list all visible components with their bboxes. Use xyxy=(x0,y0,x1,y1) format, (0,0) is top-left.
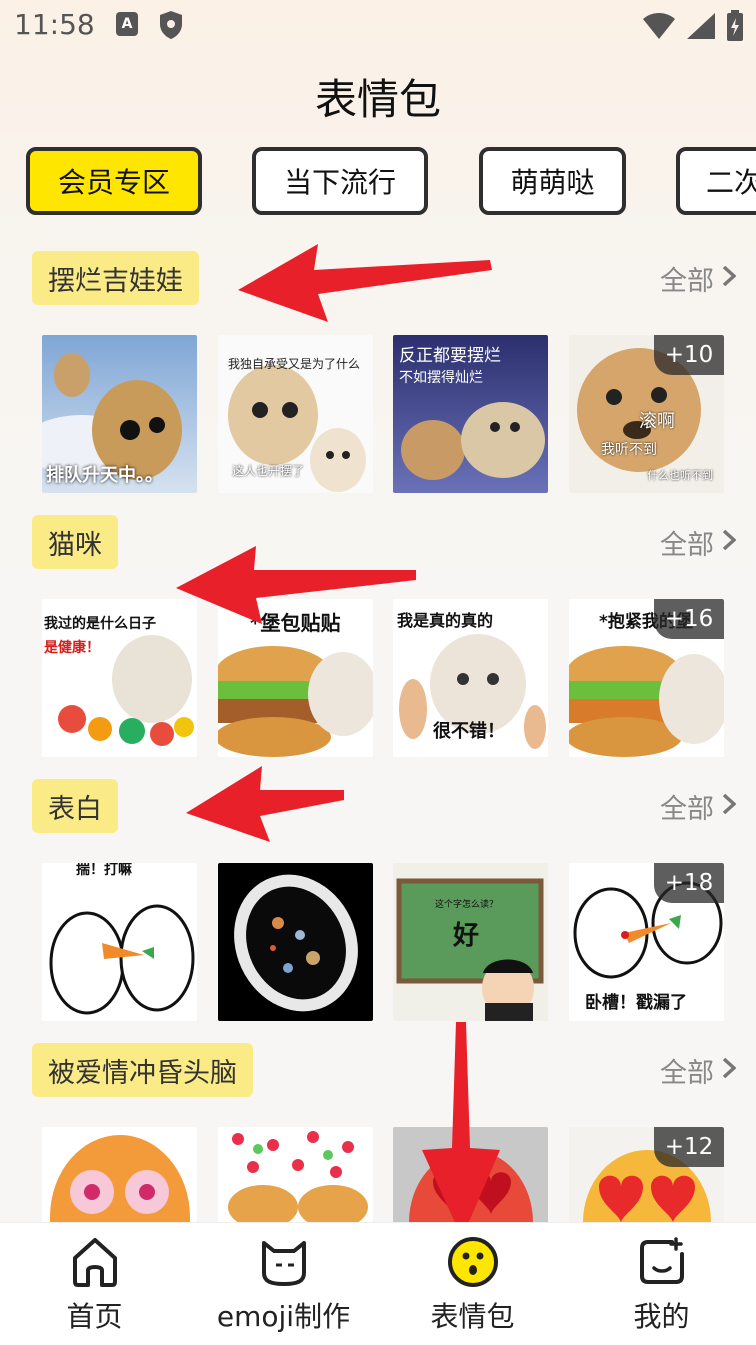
page-title: 表情包 xyxy=(314,75,441,124)
section-chihuahua: 摆烂吉娃娃 全部 排队升天中。。 我独自承受又是为了什么 这人也开摆了 反正都要… xyxy=(0,251,756,496)
section-title: 被爱情冲昏头脑 xyxy=(32,1043,253,1097)
view-all-button[interactable]: 全部 xyxy=(660,779,737,833)
sticker-caption: 滚啊 xyxy=(639,411,675,432)
sticker-caption-2: 好 xyxy=(453,921,480,951)
sticker-caption: *堡包贴贴 xyxy=(250,611,341,635)
chevron-right-icon xyxy=(722,791,737,822)
section-title: 猫咪 xyxy=(32,515,118,569)
view-all-label: 全部 xyxy=(660,793,714,825)
wifi-icon xyxy=(642,12,676,44)
nav-profile[interactable]: 我的 xyxy=(567,1223,756,1345)
nav-stickers[interactable]: 表情包 xyxy=(378,1223,567,1345)
tab-trending[interactable]: 当下流行 xyxy=(252,147,428,215)
status-time: 11:58 xyxy=(14,8,95,41)
sticker-tile[interactable] xyxy=(42,1127,197,1223)
sticker-caption-2: 是健康！ xyxy=(44,640,100,656)
view-all-label: 全部 xyxy=(660,529,714,561)
view-all-label: 全部 xyxy=(660,265,714,297)
bottom-nav: 首页 emoji制作 表情包 我的 xyxy=(0,1222,756,1345)
sticker-tile[interactable]: 我独自承受又是为了什么 这人也开摆了 xyxy=(218,335,373,493)
section-love: 被爱情冲昏头脑 全部 +12 xyxy=(0,1043,756,1223)
nav-label: 我的 xyxy=(633,1300,690,1333)
sticker-caption: 卧槽！戳漏了 xyxy=(585,993,687,1013)
chevron-right-icon xyxy=(722,263,737,294)
sticker-caption: 我过的是什么日子 xyxy=(44,616,156,632)
nav-label: 表情包 xyxy=(430,1300,515,1333)
status-bar: 11:58 A xyxy=(0,0,756,52)
tab-member-zone[interactable]: 会员专区 xyxy=(26,147,202,215)
sticker-tile[interactable]: *抱紧我的堡 +16 xyxy=(569,599,724,757)
sticker-caption-2: 很不错！ xyxy=(433,721,505,742)
nav-home[interactable]: 首页 xyxy=(0,1223,189,1345)
sticker-tile[interactable]: +12 xyxy=(569,1127,724,1223)
section-title: 摆烂吉娃娃 xyxy=(32,251,199,305)
section-title: 表白 xyxy=(32,779,118,833)
more-count-badge: +10 xyxy=(654,335,724,375)
sticker-caption: 排队升天中。。 xyxy=(46,465,163,486)
view-all-button[interactable]: 全部 xyxy=(660,251,737,305)
sticker-caption: 我独自承受又是为了什么 xyxy=(228,357,361,371)
more-count-badge: +12 xyxy=(654,1127,724,1167)
view-all-label: 全部 xyxy=(660,1057,714,1089)
surprised-emoji-icon xyxy=(447,1235,499,1289)
sticker-tile[interactable]: 反正都要摆烂 不如摆得灿烂 xyxy=(393,335,548,493)
sticker-tile[interactable]: 我过的是什么日子 是健康！ xyxy=(42,599,197,757)
more-count-badge: +18 xyxy=(654,863,724,903)
profile-face-icon xyxy=(636,1235,688,1289)
sticker-tile[interactable]: *堡包贴贴 xyxy=(218,599,373,757)
sticker-tile[interactable]: +18 卧槽！戳漏了 xyxy=(569,863,724,1021)
category-tabs: 会员专区 当下流行 萌萌哒 二次 xyxy=(26,147,756,215)
sticker-caption: 反正都要摆烂 xyxy=(399,346,501,366)
sticker-caption: 揣！打嘛 xyxy=(76,863,132,878)
sticker-caption-3: 什么也听不到 xyxy=(647,469,713,482)
signal-icon xyxy=(686,12,716,44)
sticker-caption-2: 我听不到 xyxy=(601,442,657,458)
sticker-tile[interactable]: 排队升天中。。 xyxy=(42,335,197,493)
section-confession: 表白 全部 揣！打嘛 这个字怎么读？ 好 +18 卧槽！戳漏了 xyxy=(0,779,756,1024)
sticker-tile[interactable] xyxy=(218,863,373,1021)
nav-label: 首页 xyxy=(66,1300,123,1333)
view-all-button[interactable]: 全部 xyxy=(660,1043,737,1097)
home-icon xyxy=(70,1235,120,1289)
sticker-tile[interactable]: 我是真的真的 很不错！ xyxy=(393,599,548,757)
view-all-button[interactable]: 全部 xyxy=(660,515,737,569)
sticker-tile[interactable] xyxy=(393,1127,548,1223)
nav-emoji-maker[interactable]: emoji制作 xyxy=(189,1223,378,1345)
sticker-caption: 这个字怎么读？ xyxy=(435,900,499,910)
notification-a-icon: A xyxy=(116,12,138,36)
sticker-tile[interactable]: 揣！打嘛 xyxy=(42,863,197,1021)
sticker-caption: 我是真的真的 xyxy=(397,611,494,630)
chevron-right-icon xyxy=(722,1055,737,1086)
sticker-tile[interactable]: +10 滚啊 我听不到 什么也听不到 xyxy=(569,335,724,493)
sticker-tile[interactable] xyxy=(218,1127,373,1223)
shield-icon xyxy=(158,10,184,44)
sticker-caption-bottom: 这人也开摆了 xyxy=(232,464,305,478)
chevron-right-icon xyxy=(722,527,737,558)
sticker-tile[interactable]: 这个字怎么读？ 好 xyxy=(393,863,548,1021)
nav-label: emoji制作 xyxy=(216,1300,351,1333)
tab-anime[interactable]: 二次 xyxy=(676,147,756,215)
sticker-caption-2: 不如摆得灿烂 xyxy=(399,370,483,386)
section-cats: 猫咪 全部 我过的是什么日子 是健康！ *堡包贴贴 我是真的真的 很不错！ *抱… xyxy=(0,515,756,760)
cat-face-icon xyxy=(258,1235,310,1289)
tab-cute[interactable]: 萌萌哒 xyxy=(479,147,626,215)
more-count-badge: +16 xyxy=(654,599,724,639)
battery-icon xyxy=(726,10,744,46)
